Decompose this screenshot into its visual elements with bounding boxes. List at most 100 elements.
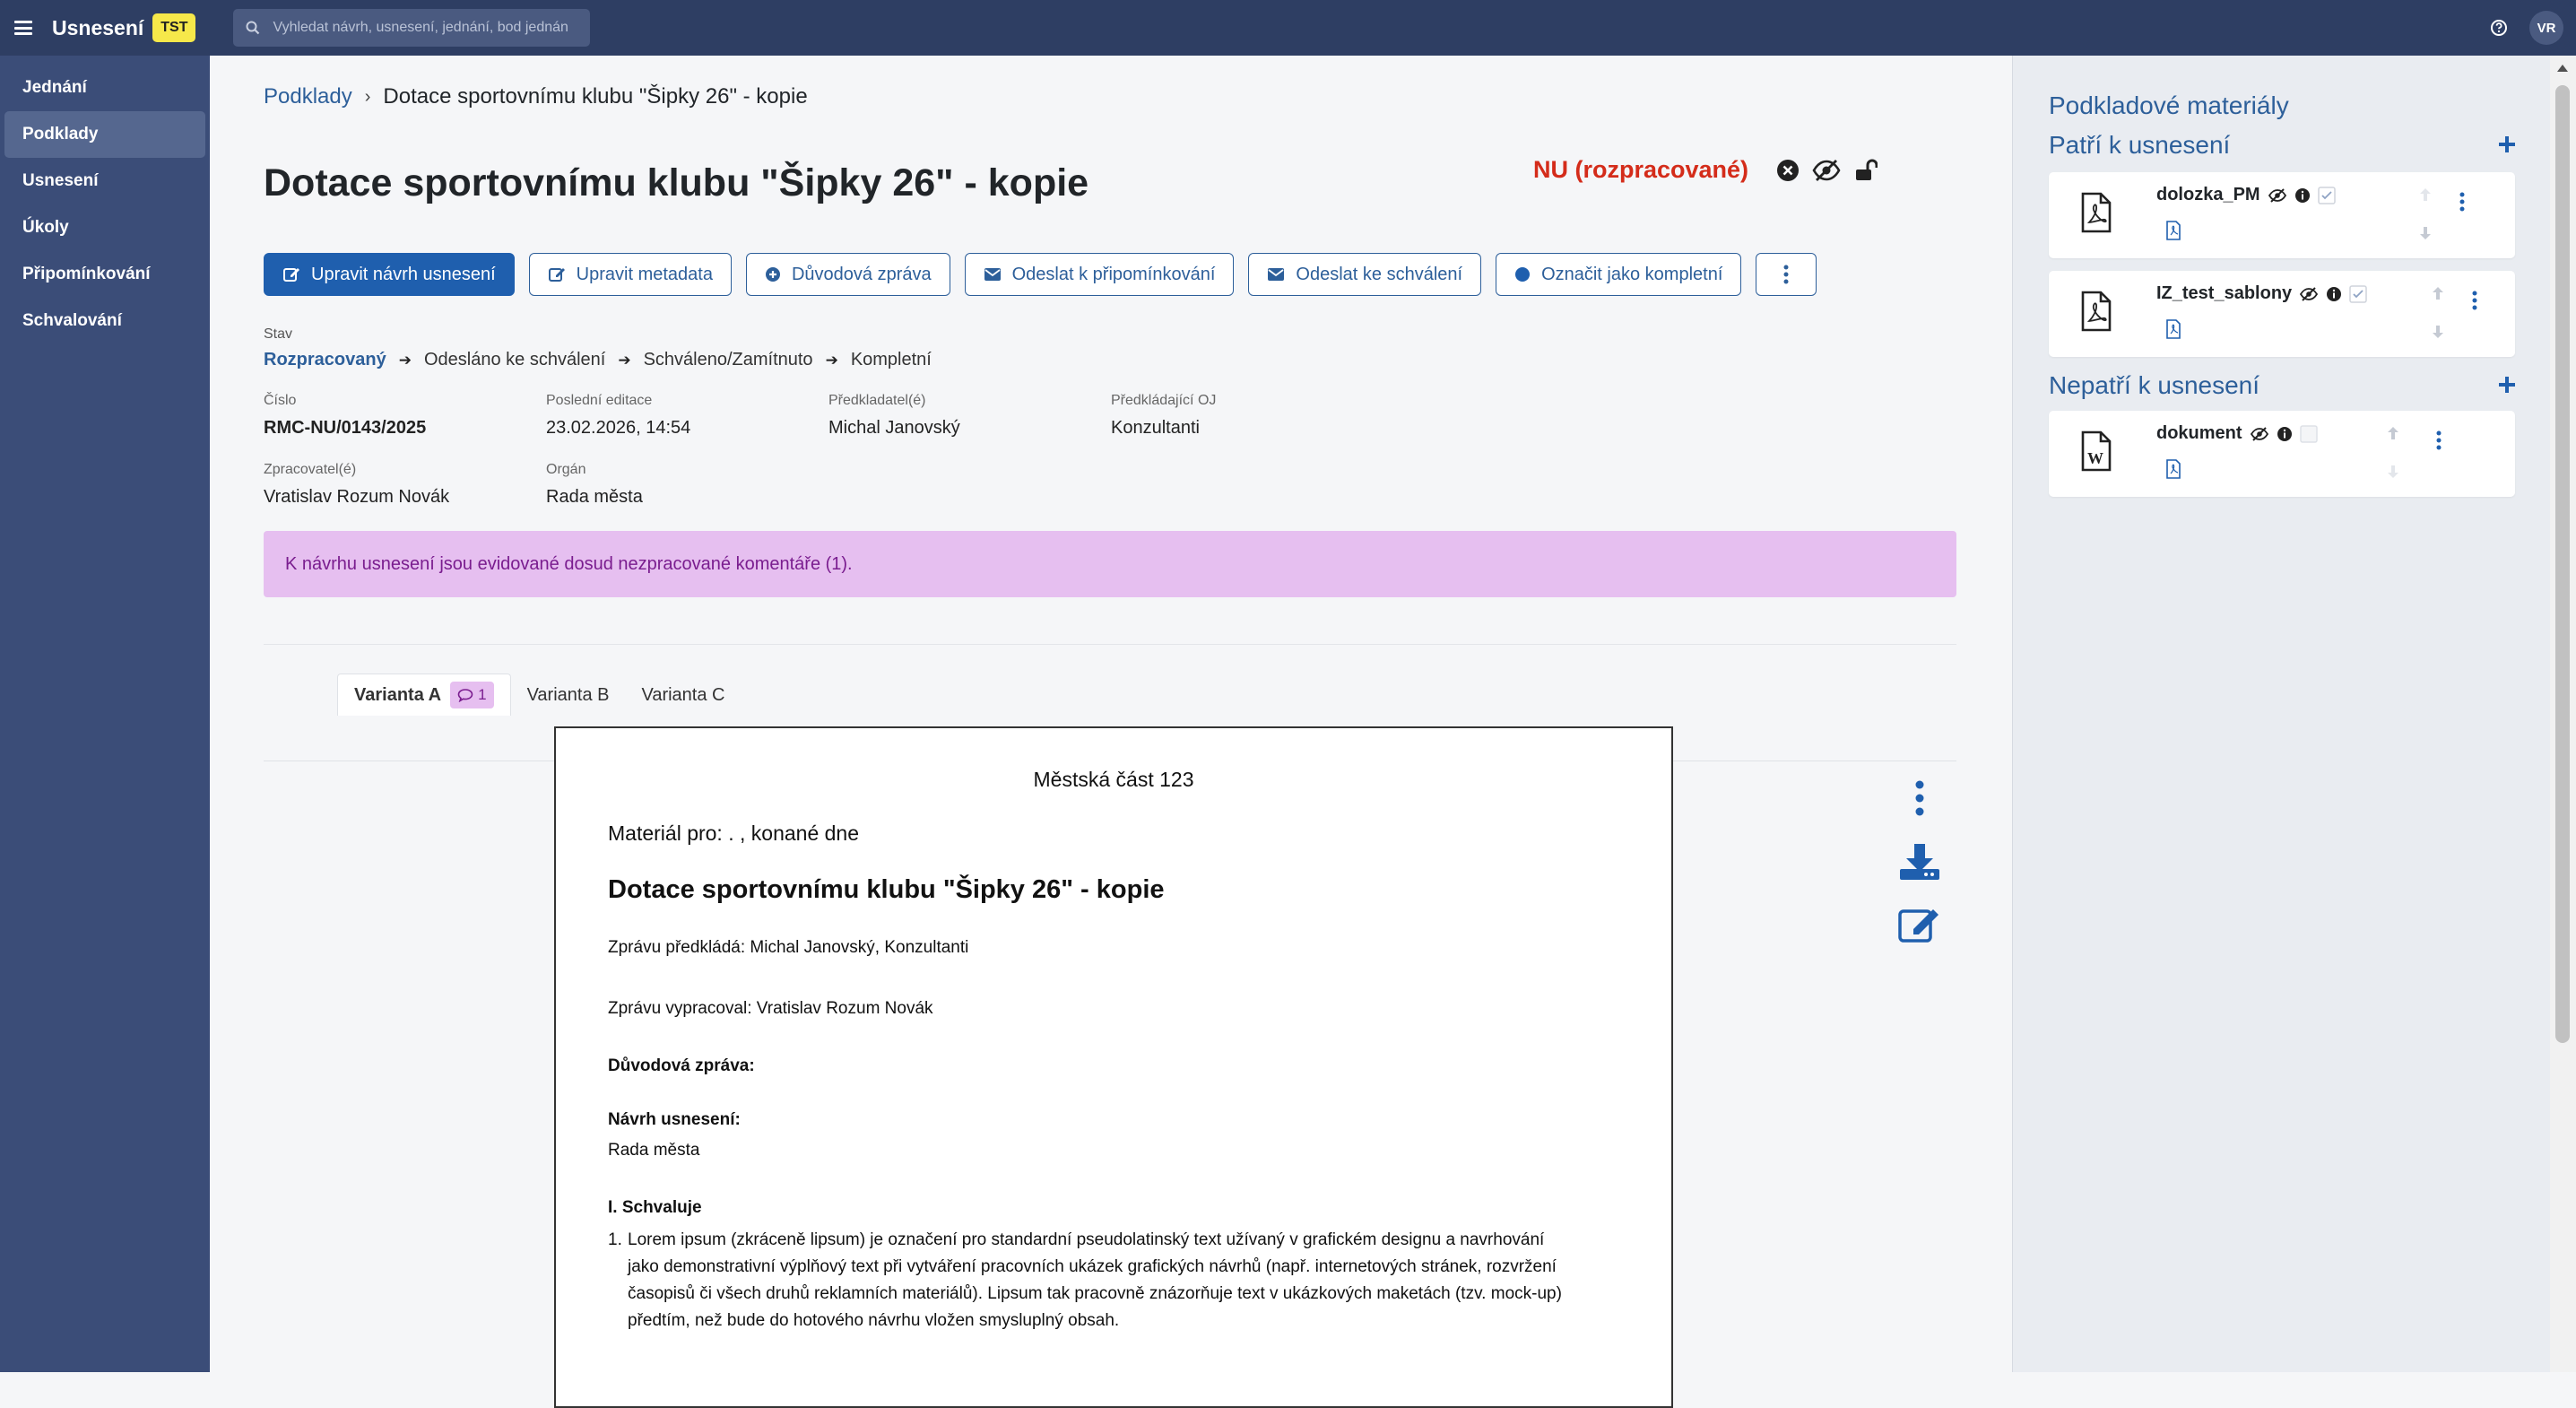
circle-icon (1514, 266, 1531, 282)
file-name[interactable]: IZ_test_sablony (2156, 283, 2292, 304)
document-list-item: 1. Lorem ipsum (zkráceně lipsum) je ozna… (608, 1227, 1621, 1334)
pdf-small-icon[interactable] (2165, 459, 2181, 483)
svg-text:W: W (2087, 449, 2103, 467)
download-icon[interactable] (1898, 842, 1941, 886)
sidebar-item-schvalovani[interactable]: Schvalování (4, 298, 205, 344)
arrow-right-icon: ➔ (825, 351, 838, 369)
arrow-down-icon[interactable] (2386, 464, 2400, 484)
arrow-up-icon[interactable] (2418, 187, 2433, 207)
checkbox-checked[interactable] (2317, 186, 2336, 204)
sidebar-item-usneseni[interactable]: Usnesení (4, 158, 205, 204)
arrow-up-icon[interactable] (2431, 285, 2445, 306)
list-number: 1. (608, 1230, 622, 1249)
sidebar-item-ukoly[interactable]: Úkoly (4, 204, 205, 251)
meta-value: 23.02.2026, 14:54 (546, 418, 691, 438)
action-toolbar: Upravit návrh usnesení Upravit metadata … (264, 253, 1831, 296)
meta-last-edit: Poslední editace 23.02.2026, 14:54 (546, 393, 828, 439)
meta-label: Předkládající OJ (1111, 393, 1217, 408)
help-icon[interactable] (2490, 19, 2508, 41)
main-content: Podklady › Dotace sportovnímu klubu "Šip… (210, 56, 2012, 1408)
arrow-down-icon[interactable] (2431, 324, 2445, 344)
tab-varianta-a[interactable]: Varianta A 1 (337, 674, 511, 716)
reason-report-button[interactable]: Důvodová zpráva (745, 253, 950, 296)
state-section: Stav Rozpracovaný ➔ Odesláno ke schválen… (264, 326, 932, 370)
edit-metadata-label: Upravit metadata (576, 264, 713, 284)
breadcrumb: Podklady › Dotace sportovnímu klubu "Šip… (264, 84, 808, 109)
mark-complete-button[interactable]: Označit jako kompletní (1496, 253, 1742, 296)
meta-value: Konzultanti (1111, 418, 1200, 438)
user-avatar[interactable]: VR (2529, 11, 2563, 45)
checkbox-unchecked[interactable] (2299, 424, 2318, 443)
pdf-file-icon (2079, 291, 2113, 336)
arrow-up-icon[interactable] (2386, 425, 2400, 446)
kebab-icon[interactable] (2459, 192, 2465, 216)
plus-circle-icon (765, 266, 781, 282)
send-approval-button[interactable]: Odeslat ke schválení (1248, 253, 1482, 296)
comment-icon (457, 689, 473, 702)
checkbox-checked[interactable] (2349, 284, 2367, 303)
file-card[interactable]: dolozka_PM (2049, 172, 2515, 258)
meta-label: Zpracovatel(é) (264, 462, 357, 477)
sidebar-item-jednani[interactable]: Jednání (4, 65, 205, 111)
status-row: NU (rozpracované) (1533, 156, 1878, 184)
eye-slash-icon[interactable] (2250, 426, 2269, 441)
status-label: NU (rozpracované) (1533, 156, 1749, 183)
variant-tabs: Varianta A 1 Varianta B Varianta C (337, 665, 741, 716)
tab-label: Varianta A (354, 684, 442, 705)
scrollbar-thumb[interactable] (2555, 85, 2570, 1043)
info-icon[interactable] (2277, 426, 2293, 442)
list-line: Lorem ipsum (zkráceně lipsum) je označen… (628, 1230, 1545, 1249)
send-comments-button[interactable]: Odeslat k připomínkování (964, 253, 1235, 296)
breadcrumb-parent-link[interactable]: Podklady (264, 84, 352, 109)
file-card[interactable]: W dokument (2049, 411, 2515, 497)
search-icon (246, 21, 260, 35)
kebab-icon[interactable] (2436, 430, 2442, 455)
edit-icon (548, 265, 566, 283)
edit-proposal-button[interactable]: Upravit návrh usnesení (264, 253, 515, 296)
document-section-heading: I. Schvaluje (608, 1198, 702, 1217)
meta-org-unit: Předkládající OJ Konzultanti (1111, 393, 1393, 439)
envelope-icon (984, 267, 1002, 282)
comment-badge[interactable]: 1 (450, 682, 494, 708)
meta-value: RMC-NU/0143/2025 (264, 418, 427, 438)
unlock-icon[interactable] (1852, 158, 1878, 183)
file-name[interactable]: dolozka_PM (2156, 185, 2260, 205)
kebab-icon[interactable] (1915, 780, 1924, 821)
file-name[interactable]: dokument (2156, 423, 2242, 444)
add-belongs-button[interactable] (2497, 127, 2517, 162)
reorder-arrows (2418, 187, 2433, 246)
envelope-icon (1267, 267, 1285, 282)
eye-slash-icon[interactable] (2268, 187, 2287, 203)
close-circle-icon[interactable] (1775, 158, 1800, 183)
kebab-icon[interactable] (2472, 291, 2477, 315)
file-card[interactable]: IZ_test_sablony (2049, 271, 2515, 357)
arrow-down-icon[interactable] (2418, 225, 2433, 246)
scroll-up-arrow-icon[interactable] (2556, 61, 2569, 77)
search-box[interactable] (233, 9, 591, 47)
tab-varianta-c[interactable]: Varianta C (625, 674, 741, 716)
more-actions-button[interactable] (1756, 253, 1817, 296)
sidebar-item-pripominkovani[interactable]: Připomínkování (4, 251, 205, 298)
tab-varianta-b[interactable]: Varianta B (511, 674, 626, 716)
search-input[interactable] (271, 19, 571, 37)
edit-document-icon[interactable] (1897, 904, 1942, 948)
info-icon[interactable] (2326, 286, 2342, 302)
send-approval-label: Odeslat ke schválení (1296, 264, 1463, 284)
pdf-small-icon[interactable] (2165, 319, 2181, 343)
kebab-icon (1783, 265, 1789, 284)
divider (264, 644, 1956, 645)
eye-slash-icon[interactable] (1811, 158, 1842, 183)
menu-icon[interactable] (14, 21, 32, 35)
eye-slash-icon[interactable] (2299, 286, 2319, 301)
state-label: Stav (264, 326, 293, 342)
app-title[interactable]: Usnesení (52, 16, 143, 40)
info-icon[interactable] (2294, 187, 2311, 204)
pdf-small-icon[interactable] (2165, 221, 2181, 245)
pdf-file-icon (2079, 192, 2113, 238)
add-not-belongs-button[interactable] (2497, 368, 2517, 403)
sidebar-item-podklady[interactable]: Podklady (4, 111, 205, 158)
meta-label: Číslo (264, 393, 297, 408)
sidebar: Jednání Podklady Usnesení Úkoly Připomín… (0, 56, 210, 1372)
plus-icon (2499, 136, 2515, 152)
edit-metadata-button[interactable]: Upravit metadata (528, 253, 732, 296)
